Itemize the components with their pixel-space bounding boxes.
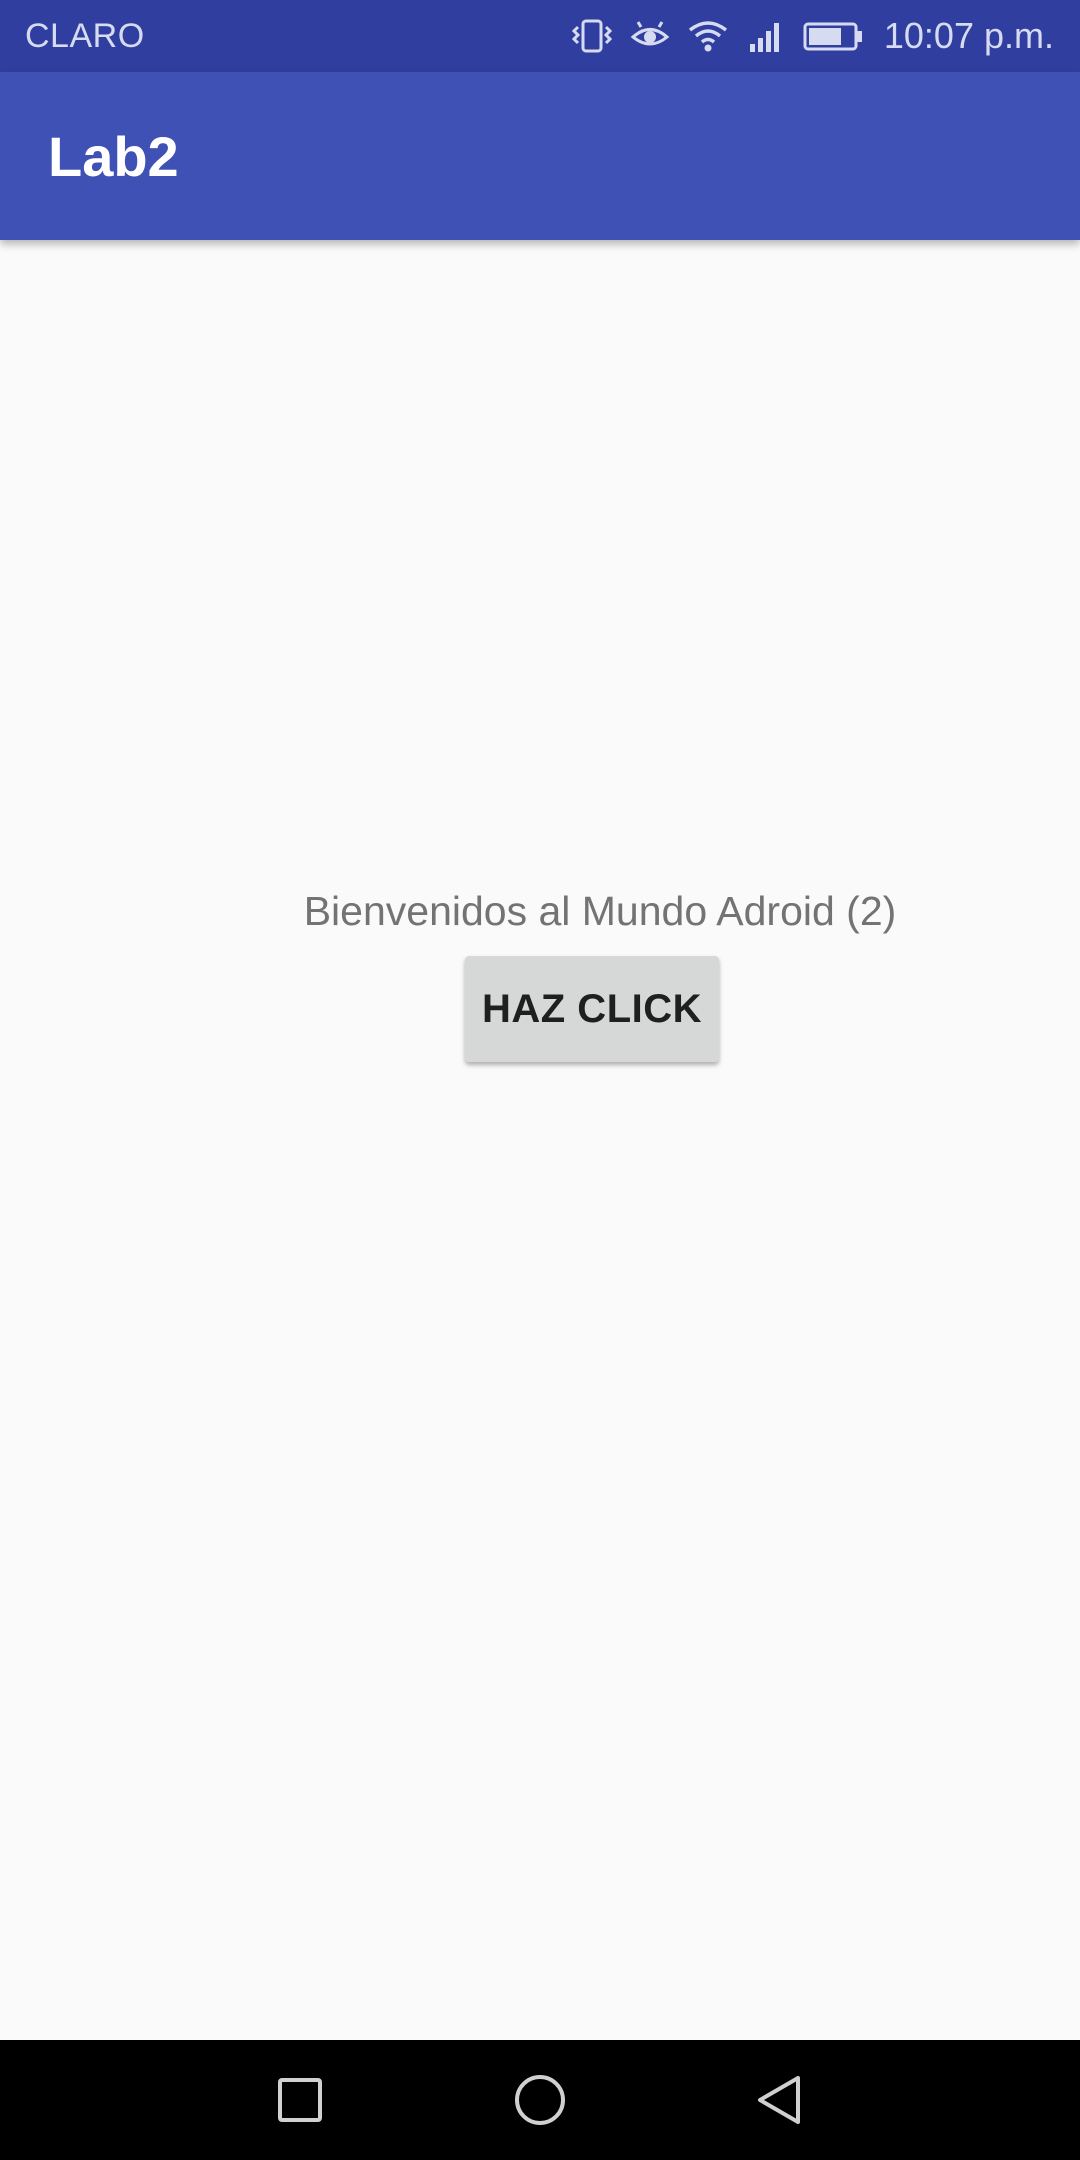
back-button[interactable] [720, 2040, 840, 2160]
recents-icon [278, 2078, 322, 2122]
eye-icon [630, 18, 670, 54]
app-title: Lab2 [48, 124, 179, 188]
main-content: Bienvenidos al Mundo Adroid (2) HAZ CLIC… [0, 240, 1080, 2040]
status-bar: CLARO 10:07 p.m. [0, 0, 1080, 72]
carrier-name: CLARO [25, 16, 145, 55]
signal-icon [746, 18, 786, 54]
vibrate-icon [570, 18, 614, 54]
app-screen: CLARO 10:07 p.m. Lab2 Bienvenidos al Mun… [0, 0, 1080, 2160]
status-time: 10:07 p.m. [883, 15, 1054, 56]
haz-click-button[interactable]: HAZ CLICK [465, 956, 719, 1062]
back-icon [758, 2076, 800, 2124]
navigation-bar [0, 2040, 1080, 2160]
status-icons: 10:07 p.m. [570, 15, 1054, 57]
home-icon [515, 2075, 565, 2125]
wifi-icon [686, 18, 730, 54]
app-bar: Lab2 [0, 72, 1080, 240]
home-button[interactable] [480, 2040, 600, 2160]
welcome-text: Bienvenidos al Mundo Adroid (2) [303, 888, 897, 934]
recents-button[interactable] [240, 2040, 360, 2160]
battery-icon [802, 18, 864, 54]
